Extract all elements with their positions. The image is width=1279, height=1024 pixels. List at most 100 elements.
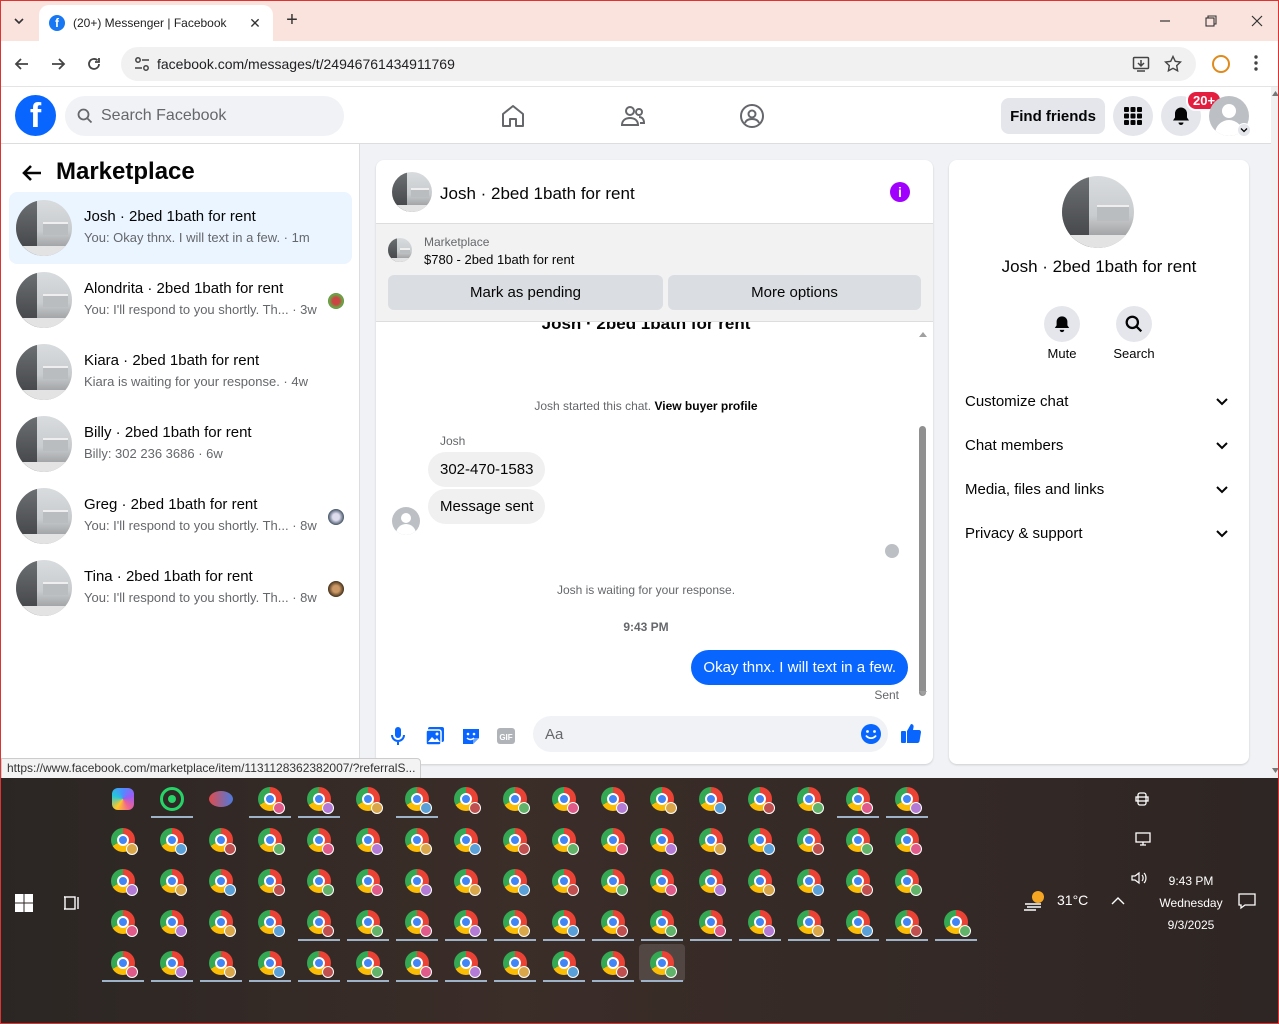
chrome-profile-app-icon[interactable]	[688, 862, 734, 900]
browser-tab[interactable]: f (20+) Messenger | Facebook ✕	[39, 5, 273, 41]
media-files-links-row[interactable]: Media, files and links	[965, 475, 1235, 503]
chrome-profile-app-icon[interactable]	[835, 780, 881, 818]
restore-button[interactable]	[1199, 9, 1223, 33]
chrome-profile-app-icon[interactable]	[492, 903, 538, 941]
chat-scrollbar[interactable]	[917, 330, 927, 702]
back-arrow-icon[interactable]	[21, 162, 43, 184]
chrome-profile-app-icon[interactable]	[492, 944, 538, 982]
profile-avatar[interactable]	[1062, 176, 1134, 248]
address-bar[interactable]: facebook.com/messages/t/2494676143491176…	[121, 47, 1196, 81]
chrome-profile-app-icon[interactable]	[688, 821, 734, 859]
new-tab-button[interactable]: +	[282, 10, 302, 30]
bookmark-star-icon[interactable]	[1164, 55, 1182, 73]
chrome-profile-app-icon[interactable]	[835, 862, 881, 900]
copilot-app-icon[interactable]	[100, 780, 146, 818]
chrome-profile-app-icon[interactable]	[541, 780, 587, 818]
account-chevron-icon[interactable]	[1237, 123, 1251, 137]
reload-button[interactable]	[83, 53, 105, 75]
windows-start-icon[interactable]	[15, 894, 33, 912]
task-view-icon[interactable]	[63, 894, 81, 912]
tray-network-icon[interactable]	[1135, 832, 1151, 846]
photo-icon[interactable]	[425, 726, 445, 746]
chrome-profile-app-icon[interactable]	[296, 903, 342, 941]
chrome-profile-app-icon[interactable]	[443, 862, 489, 900]
outgoing-message[interactable]: Okay thnx. I will text in a few.	[691, 650, 908, 685]
chrome-profile-app-icon[interactable]	[345, 903, 391, 941]
minimize-button[interactable]	[1153, 9, 1177, 33]
chrome-profile-app-icon[interactable]	[198, 944, 244, 982]
tray-device-icon[interactable]	[1135, 792, 1149, 806]
chrome-profile-app-icon[interactable]	[639, 821, 685, 859]
chrome-profile-app-icon[interactable]	[639, 862, 685, 900]
chrome-profile-app-icon[interactable]	[590, 862, 636, 900]
chrome-profile-app-icon[interactable]	[688, 903, 734, 941]
chrome-profile-app-icon[interactable]	[639, 780, 685, 818]
chrome-profile-app-icon[interactable]	[786, 903, 832, 941]
install-app-icon[interactable]	[1132, 55, 1150, 73]
chrome-profile-app-icon[interactable]	[296, 821, 342, 859]
chrome-profile-app-icon[interactable]	[296, 944, 342, 982]
customize-chat-row[interactable]: Customize chat	[965, 387, 1235, 415]
search-in-conversation-button[interactable]	[1116, 306, 1152, 342]
friends-icon[interactable]	[620, 103, 646, 129]
conversation-item-josh[interactable]: Josh · 2bed 1bath for rent You: Okay thn…	[9, 192, 352, 264]
facebook-logo-icon[interactable]: f	[15, 95, 56, 136]
chrome-profile-app-icon[interactable]	[394, 862, 440, 900]
chrome-profile-app-icon[interactable]	[933, 903, 979, 941]
chrome-profile-app-icon[interactable]	[198, 821, 244, 859]
chrome-profile-app-icon[interactable]	[443, 780, 489, 818]
chrome-profile-app-icon[interactable]	[198, 862, 244, 900]
chrome-profile-app-icon[interactable]	[345, 862, 391, 900]
chrome-profile-app-icon[interactable]	[247, 862, 293, 900]
chrome-profile-app-icon[interactable]	[590, 780, 636, 818]
groups-icon[interactable]	[739, 103, 765, 129]
chrome-profile-app-icon[interactable]	[345, 944, 391, 982]
chrome-profile-app-icon[interactable]	[394, 821, 440, 859]
listing-title[interactable]: $780 - 2bed 1bath for rent	[424, 252, 574, 267]
chrome-profile-app-icon[interactable]	[639, 944, 685, 982]
view-buyer-profile-link[interactable]: View buyer profile	[654, 399, 757, 413]
chrome-profile-app-icon[interactable]	[345, 821, 391, 859]
volume-icon[interactable]	[1131, 871, 1147, 885]
site-info-icon[interactable]	[133, 55, 151, 73]
chrome-profile-app-icon[interactable]	[492, 821, 538, 859]
menu-grid-button[interactable]	[1113, 96, 1153, 136]
chrome-profile-app-icon[interactable]	[884, 862, 930, 900]
chrome-profile-app-icon[interactable]	[149, 903, 195, 941]
notification-center-icon[interactable]	[1238, 892, 1256, 910]
tab-search-button[interactable]	[7, 9, 31, 33]
conversation-item-billy[interactable]: Billy · 2bed 1bath for rent Billy: 302 2…	[9, 408, 352, 480]
whatsapp-app-icon[interactable]	[149, 780, 195, 818]
incoming-message[interactable]: 302-470-1583	[428, 452, 546, 487]
chrome-profile-app-icon[interactable]	[835, 903, 881, 941]
close-tab-icon[interactable]: ✕	[247, 15, 263, 31]
chrome-profile-app-icon[interactable]	[247, 903, 293, 941]
chrome-profile-app-icon[interactable]	[394, 780, 440, 818]
back-button[interactable]	[11, 53, 33, 75]
forward-button[interactable]	[47, 53, 69, 75]
chrome-profile-app-icon[interactable]	[443, 821, 489, 859]
conversation-item-tina[interactable]: Tina · 2bed 1bath for rent You: I'll res…	[9, 552, 352, 624]
chrome-profile-app-icon[interactable]	[296, 780, 342, 818]
mark-as-pending-button[interactable]: Mark as pending	[388, 275, 663, 310]
system-clock[interactable]: 9:43 PM Wednesday 9/3/2025	[1151, 870, 1231, 936]
emoji-icon[interactable]	[860, 723, 882, 745]
chrome-profile-app-icon[interactable]	[737, 780, 783, 818]
chrome-profile-app-icon[interactable]	[394, 944, 440, 982]
sticker-icon[interactable]	[461, 726, 481, 746]
chrome-profile-app-icon[interactable]	[394, 903, 440, 941]
chrome-profile-app-icon[interactable]	[247, 944, 293, 982]
browser-menu-icon[interactable]	[1253, 54, 1259, 72]
chrome-profile-app-icon[interactable]	[541, 821, 587, 859]
chrome-profile-app-icon[interactable]	[786, 821, 832, 859]
chrome-profile-app-icon[interactable]	[541, 862, 587, 900]
thumbs-up-icon[interactable]	[900, 722, 922, 744]
chrome-profile-app-icon[interactable]	[590, 903, 636, 941]
more-options-button[interactable]: More options	[668, 275, 921, 310]
sender-avatar[interactable]	[392, 507, 420, 535]
conversation-item-greg[interactable]: Greg · 2bed 1bath for rent You: I'll res…	[9, 480, 352, 552]
scroll-thumb[interactable]	[919, 426, 926, 696]
chrome-profile-app-icon[interactable]	[639, 903, 685, 941]
chrome-profile-app-icon[interactable]	[149, 821, 195, 859]
chrome-profile-app-icon[interactable]	[884, 780, 930, 818]
